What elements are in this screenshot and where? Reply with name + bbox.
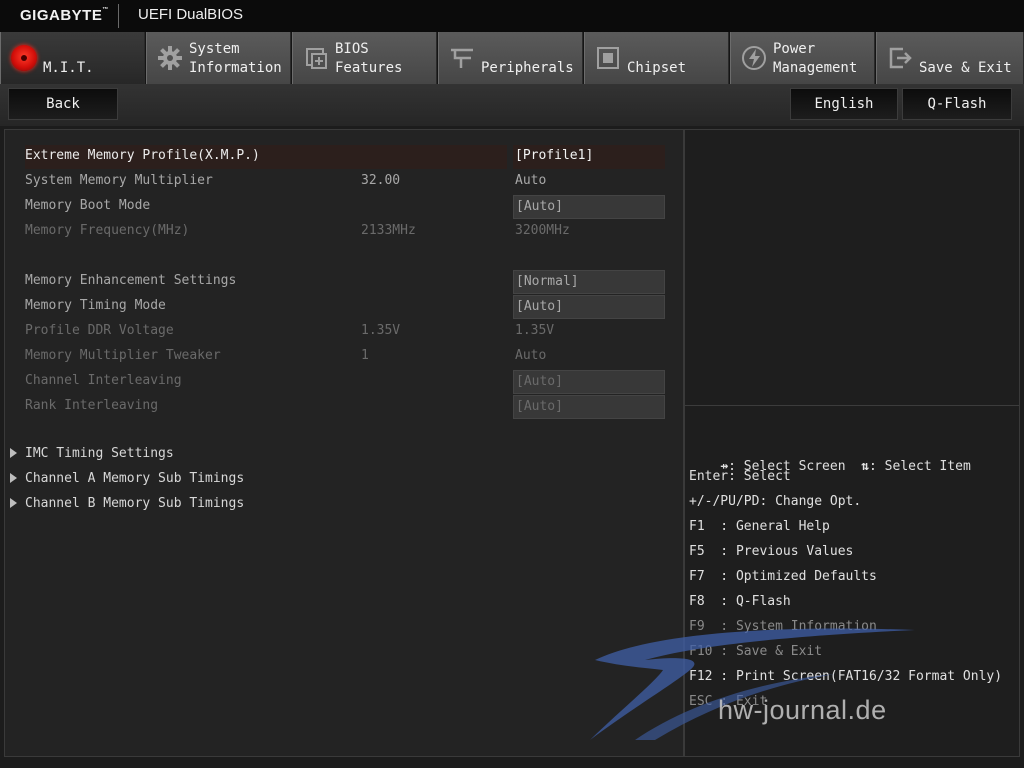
tab-label-line2: M.I.T. — [43, 60, 94, 76]
watermark-text: hw-journal.de — [718, 695, 887, 725]
help-f9: F9 : System Information — [689, 619, 877, 634]
setting-current: 2133MHz — [361, 223, 416, 238]
help-enter: Enter: Select — [689, 469, 791, 484]
setting-label: Memory Timing Mode — [25, 298, 166, 313]
tab-mit[interactable]: M.I.T. — [0, 32, 145, 84]
mit-icon — [11, 45, 37, 71]
settings-panel: Extreme Memory Profile(X.M.P.) [Profile1… — [4, 129, 684, 757]
setting-label: Memory Frequency(MHz) — [25, 223, 190, 238]
setting-row-memory-multiplier-tweaker: Memory Multiplier Tweaker 1 Auto — [5, 345, 685, 369]
tab-label-line2: Peripherals — [481, 60, 574, 76]
setting-row-channel-interleaving: Channel Interleaving [Auto] — [5, 370, 685, 394]
setting-value[interactable]: [Profile1] — [513, 145, 665, 169]
setting-label: System Memory Multiplier — [25, 173, 213, 188]
help-change-option: +/-/PU/PD: Change Opt. — [689, 494, 862, 509]
setting-row-memory-multiplier: System Memory Multiplier 32.00 Auto — [5, 170, 685, 194]
submenu-arrow-icon — [10, 498, 17, 508]
help-f1: F1 : General Help — [689, 519, 830, 534]
panel-divider — [685, 405, 1019, 406]
setting-label: Extreme Memory Profile(X.M.P.) — [25, 148, 260, 163]
tab-bios-features[interactable]: BIOS Features — [292, 32, 437, 84]
arrow-up-down-icon: ⇅ — [861, 459, 870, 474]
submenu-label: Channel B Memory Sub Timings — [25, 496, 245, 511]
setting-label: Memory Multiplier Tweaker — [25, 348, 221, 363]
gear-icon — [158, 46, 182, 70]
power-icon — [742, 46, 766, 70]
setting-value[interactable]: [Auto] — [513, 195, 665, 219]
setting-value: 3200MHz — [515, 223, 570, 238]
sub-toolbar: Back English Q-Flash — [0, 84, 1024, 126]
tab-label-line2: Chipset — [627, 60, 687, 76]
setting-row-memory-timing-mode[interactable]: Memory Timing Mode [Auto] — [5, 295, 685, 319]
setting-value: [Auto] — [513, 395, 665, 419]
help-text: : Select Item — [869, 459, 971, 474]
help-f12: F12 : Print Screen(FAT16/32 Format Only) — [689, 669, 1003, 684]
setting-value: Auto — [515, 173, 547, 188]
tab-label-line1: Power — [773, 41, 816, 57]
tab-label-line2: Information — [189, 60, 282, 76]
tab-label-line2: Features — [335, 60, 403, 76]
submenu-channel-a-timings[interactable]: Channel A Memory Sub Timings — [5, 469, 405, 491]
tab-label-line1: System — [189, 41, 240, 57]
setting-label: Channel Interleaving — [25, 373, 182, 388]
submenu-arrow-icon — [10, 473, 17, 483]
setting-current: 1 — [361, 348, 369, 363]
brand-logo: GIGABYTE™ — [20, 7, 109, 24]
setting-row-memory-frequency: Memory Frequency(MHz) 2133MHz 3200MHz — [5, 220, 685, 244]
tab-label-line1: BIOS — [335, 41, 369, 57]
setting-current: 32.00 — [361, 173, 401, 188]
help-panel: ⇸: Select Screen ⇅: Select Item Enter: S… — [684, 129, 1020, 757]
tab-power-management[interactable]: Power Management — [730, 32, 875, 84]
chipset-icon — [597, 47, 619, 69]
tab-peripherals[interactable]: Peripherals — [438, 32, 583, 84]
title-divider — [118, 4, 119, 28]
setting-row-profile-ddr-voltage: Profile DDR Voltage 1.35V 1.35V — [5, 320, 685, 344]
product-name: UEFI DualBIOS — [138, 6, 244, 23]
language-button[interactable]: English — [790, 88, 898, 120]
submenu-channel-b-timings[interactable]: Channel B Memory Sub Timings — [5, 494, 405, 516]
brand-name: GIGABYTE — [20, 7, 103, 24]
submenu-arrow-icon — [10, 448, 17, 458]
setting-current: 1.35V — [361, 323, 401, 338]
setting-row-memory-enhancement[interactable]: Memory Enhancement Settings [Normal] — [5, 270, 685, 294]
submenu-label: Channel A Memory Sub Timings — [25, 471, 245, 486]
peripherals-icon — [451, 48, 473, 68]
help-f7: F7 : Optimized Defaults — [689, 569, 877, 584]
main-tabs: M.I.T. System Information BIOS Features — [0, 32, 1024, 84]
setting-label: Profile DDR Voltage — [25, 323, 174, 338]
brand-trademark: ™ — [102, 7, 109, 13]
setting-value[interactable]: [Normal] — [513, 270, 665, 294]
setting-label: Rank Interleaving — [25, 398, 159, 413]
setting-row-xmp[interactable]: Extreme Memory Profile(X.M.P.) [Profile1… — [5, 145, 685, 169]
setting-value: 1.35V — [515, 323, 555, 338]
exit-icon — [889, 47, 912, 69]
setting-row-memory-boot-mode[interactable]: Memory Boot Mode [Auto] — [5, 195, 685, 219]
tab-save-exit[interactable]: Save & Exit — [876, 32, 1024, 84]
title-bar: GIGABYTE™ UEFI DualBIOS — [0, 0, 1024, 32]
setting-row-rank-interleaving: Rank Interleaving [Auto] — [5, 395, 685, 419]
setting-label: Memory Enhancement Settings — [25, 273, 237, 288]
setting-value: [Auto] — [513, 370, 665, 394]
bios-chip-icon — [306, 48, 327, 69]
submenu-imc-timing[interactable]: IMC Timing Settings — [5, 444, 405, 466]
setting-label: Memory Boot Mode — [25, 198, 151, 213]
q-flash-button[interactable]: Q-Flash — [902, 88, 1012, 120]
tab-label-line2: Save & Exit — [919, 60, 1012, 76]
tab-chipset[interactable]: Chipset — [584, 32, 729, 84]
back-button[interactable]: Back — [8, 88, 118, 120]
setting-value: Auto — [515, 348, 547, 363]
help-f10: F10 : Save & Exit — [689, 644, 823, 659]
submenu-label: IMC Timing Settings — [25, 446, 174, 461]
setting-value[interactable]: [Auto] — [513, 295, 665, 319]
tab-system-information[interactable]: System Information — [146, 32, 291, 84]
tab-label-line2: Management — [773, 60, 858, 76]
help-f5: F5 : Previous Values — [689, 544, 854, 559]
help-f8: F8 : Q-Flash — [689, 594, 791, 609]
